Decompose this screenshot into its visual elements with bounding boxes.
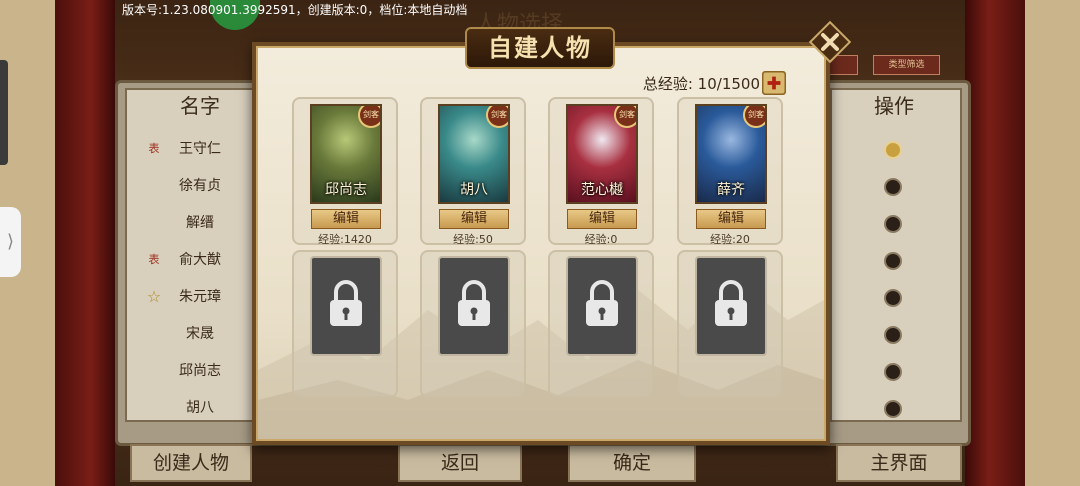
exp-value: 50 [478, 233, 493, 246]
list-item[interactable]: 王守仁 [135, 134, 265, 164]
main-menu-button[interactable]: 主界面 [836, 444, 962, 482]
character-name: 薛齐 [717, 182, 745, 198]
confirm-button[interactable]: 确定 [568, 444, 696, 482]
exp-value: 1420 [343, 233, 372, 246]
select-radio[interactable] [884, 363, 902, 381]
total-exp-value: 10/1500 [697, 75, 760, 93]
exp-value: 20 [735, 233, 750, 246]
character-experience: 经验:20 [677, 232, 783, 248]
character-portrait[interactable]: 剑客 薛齐 [695, 104, 767, 204]
character-experience: 经验:50 [420, 232, 526, 248]
curtain-left [55, 0, 115, 486]
edit-button[interactable]: 编辑 [439, 209, 509, 229]
select-radio[interactable] [884, 178, 902, 196]
exp-prefix: 经验: [584, 233, 611, 246]
exp-prefix: 经验: [453, 233, 479, 246]
character-experience: 经验:0 [548, 232, 654, 248]
list-item[interactable]: 朱元璋 [135, 282, 265, 312]
exp-prefix: 经验: [710, 233, 736, 246]
select-radio[interactable] [884, 215, 902, 233]
role-badge: 剑客 [486, 106, 508, 128]
character-portrait[interactable]: 剑客 范心樾 [566, 104, 638, 204]
curtain-right [965, 0, 1025, 486]
character-portrait[interactable]: 剑客 胡八 [438, 104, 510, 204]
lock-icon [458, 280, 490, 326]
role-badge: 剑客 [743, 106, 765, 128]
locked-card[interactable] [566, 256, 638, 356]
dialog-title: 自建人物 [488, 34, 592, 62]
exp-value: 0 [610, 233, 618, 246]
locked-card[interactable] [310, 256, 382, 356]
character-portrait[interactable]: 剑客 邱尚志 [310, 104, 382, 204]
lock-icon [586, 280, 618, 326]
list-item[interactable]: 徐有贞 [135, 171, 265, 201]
type-filter-button[interactable]: 类型筛选 [873, 55, 940, 75]
lock-icon [330, 280, 362, 326]
list-item[interactable]: 俞大猷 [135, 245, 265, 275]
side-panel-handle[interactable]: ⟩ [0, 207, 21, 277]
list-item[interactable]: 宋晟 [135, 319, 265, 349]
select-radio[interactable] [884, 326, 902, 344]
character-name: 胡八 [460, 182, 488, 198]
select-radio[interactable] [884, 289, 902, 307]
character-name: 范心樾 [581, 182, 623, 198]
operation-column-header: 操作 [874, 94, 914, 118]
character-name: 邱尚志 [325, 182, 367, 198]
locked-card[interactable] [695, 256, 767, 356]
select-radio[interactable] [884, 400, 902, 418]
list-item[interactable]: 解缙 [135, 208, 265, 238]
outer-frame-right [1025, 0, 1080, 486]
locked-card[interactable] [438, 256, 510, 356]
edit-button[interactable]: 编辑 [696, 209, 766, 229]
select-radio[interactable] [884, 141, 902, 159]
select-radio[interactable] [884, 252, 902, 270]
lock-icon [715, 280, 747, 326]
side-strip [0, 60, 8, 165]
role-badge: 剑客 [358, 106, 380, 128]
role-badge: 剑客 [614, 106, 636, 128]
exp-prefix: 经验: [318, 233, 344, 246]
close-icon[interactable] [808, 20, 852, 64]
add-experience-button[interactable] [762, 71, 786, 95]
character-experience: 经验:1420 [292, 232, 398, 248]
edit-button[interactable]: 编辑 [311, 209, 381, 229]
list-item[interactable]: 胡八 [135, 393, 265, 423]
version-info: 版本号:1.23.080901.3992591，创建版本:0，档位:本地自动档 [122, 3, 468, 17]
total-experience: 总经验: 10/1500 [620, 73, 760, 95]
create-character-button[interactable]: 创建人物 [130, 444, 252, 482]
back-button[interactable]: 返回 [398, 444, 522, 482]
chevron-right-icon: ⟩ [6, 231, 15, 252]
total-exp-label: 总经验: [642, 75, 693, 93]
edit-button[interactable]: 编辑 [567, 209, 637, 229]
list-item[interactable]: 邱尚志 [135, 356, 265, 386]
